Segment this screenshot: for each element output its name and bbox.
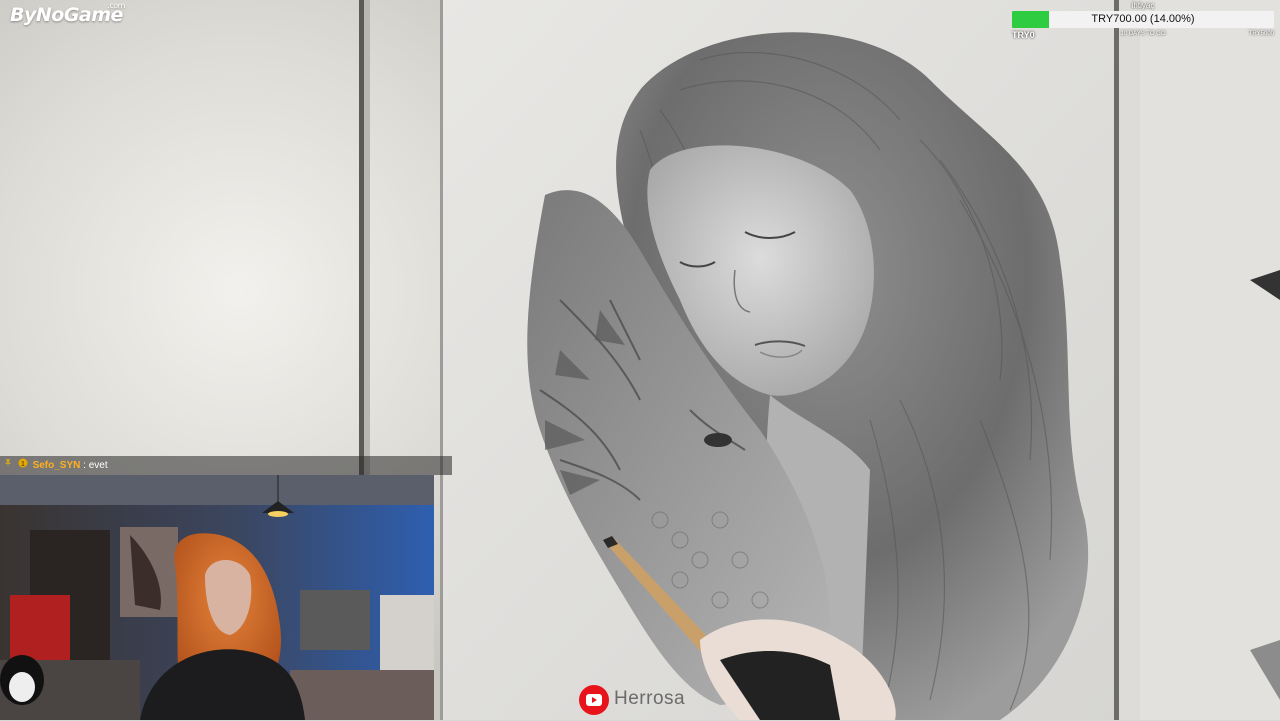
svg-text:1: 1 <box>21 461 25 468</box>
chat-message: 1 Sefo_SYN : evet <box>0 456 452 475</box>
logo-suffix: .com <box>107 1 125 10</box>
chat-separator: : <box>80 460 89 472</box>
chat-username: Sefo_SYN <box>32 460 81 472</box>
goal-days-left: 10 DAYS TO GO <box>1120 31 1166 37</box>
goal-amount-text: TRY700.00 (14.00%) <box>1091 13 1195 25</box>
webcam-feed <box>0 475 434 720</box>
bynogame-logo: ByNoGame .com <box>10 1 125 26</box>
goal-progress-bar: TRY700.00 (14.00%) <box>1012 11 1274 28</box>
goal-max-label: TRY5000 <box>1248 31 1274 37</box>
pin-icon <box>3 456 13 475</box>
sub-badge-icon: 1 <box>18 456 28 475</box>
chat-text: evet <box>88 460 108 472</box>
youtube-play-icon <box>578 684 610 721</box>
goal-title: ihtiyaç <box>1131 1 1155 10</box>
brand-name: Herrosa <box>614 688 686 709</box>
donation-goal-widget: ihtiyaç TRY700.00 (14.00%) TRY0 10 DAYS … <box>1012 0 1274 40</box>
logo-text: ByNoGame <box>10 4 123 26</box>
